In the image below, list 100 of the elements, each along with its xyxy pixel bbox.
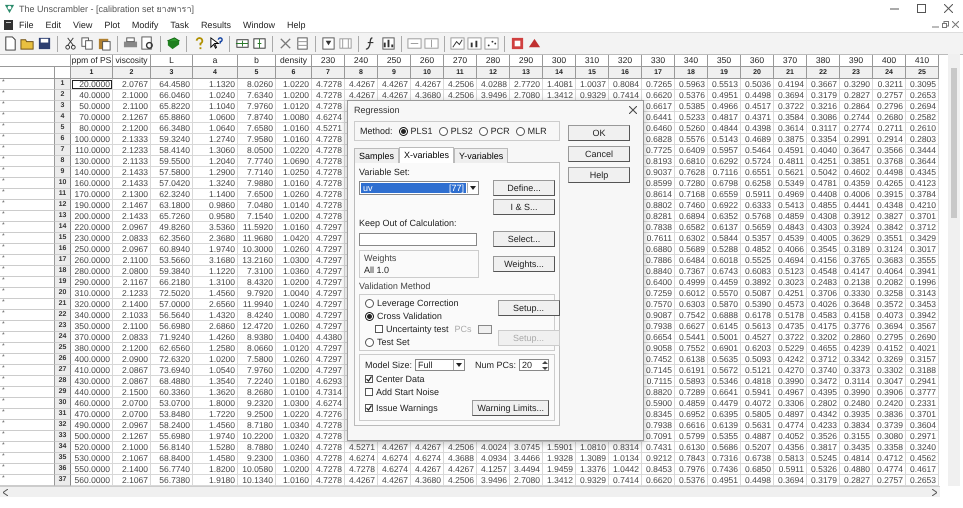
scissors-icon[interactable] <box>63 36 78 51</box>
table-cell: 4.7278 <box>312 167 345 178</box>
copy-icon[interactable] <box>80 36 95 51</box>
column-header[interactable]: 330 <box>642 55 675 67</box>
column-header[interactable]: 410 <box>906 55 939 67</box>
column-header[interactable]: density <box>276 55 312 67</box>
column-header[interactable]: 260 <box>411 55 444 67</box>
paste-icon[interactable] <box>97 36 112 51</box>
menu-item[interactable]: Edit <box>40 20 68 30</box>
table-cell: 2.1267 <box>113 431 151 442</box>
column-header[interactable]: 310 <box>576 55 609 67</box>
column-header[interactable]: 380 <box>807 55 840 67</box>
dialog-tab[interactable]: Y-variables <box>454 148 508 163</box>
context-help-icon[interactable] <box>209 36 224 51</box>
group-title: Weights <box>364 253 398 263</box>
table-cell: 4.7297 <box>312 222 345 233</box>
column-header[interactable]: 300 <box>543 55 576 67</box>
table-cell: 4.7297 <box>312 255 345 266</box>
column-header[interactable]: a <box>193 55 238 67</box>
document-icon[interactable] <box>4 20 13 30</box>
preview-icon[interactable] <box>140 36 155 51</box>
setup-button[interactable]: Setup... <box>498 300 560 316</box>
method-radio[interactable]: PCR <box>478 126 510 136</box>
table-cell: 170.0000 <box>71 189 113 200</box>
close-icon[interactable] <box>944 4 953 13</box>
vertical-scrollbar[interactable] <box>948 54 960 486</box>
column-header[interactable]: 280 <box>477 55 510 67</box>
column-header[interactable]: 240 <box>345 55 378 67</box>
dialog-tab[interactable]: Samples <box>354 148 400 163</box>
menu-item[interactable]: File <box>13 20 40 30</box>
define-button[interactable]: Define... <box>493 180 555 196</box>
new-file-icon[interactable] <box>3 36 18 51</box>
dialog-button[interactable]: OK <box>568 125 630 141</box>
delete-icon[interactable] <box>278 36 293 51</box>
sort-icon[interactable] <box>321 36 336 51</box>
close-icon[interactable] <box>629 106 637 114</box>
column-header[interactable]: 400 <box>873 55 906 67</box>
menu-item[interactable]: Results <box>194 20 237 30</box>
bar-plot-icon[interactable] <box>467 36 482 51</box>
line-plot-icon[interactable] <box>450 36 465 51</box>
select-button[interactable]: Select... <box>493 231 555 247</box>
validation-radio[interactable]: Cross Validation <box>365 311 492 321</box>
column-header[interactable]: 290 <box>510 55 543 67</box>
table-cell: 0.3453 <box>906 299 939 310</box>
column-header[interactable]: b <box>238 55 276 67</box>
variable-set-dropdown[interactable]: uv [77] <box>359 181 479 195</box>
horizontal-scrollbar[interactable] <box>0 486 940 497</box>
menu-item[interactable]: Task <box>164 20 195 30</box>
maximize-icon[interactable] <box>917 4 926 13</box>
scroll-right-icon[interactable] <box>932 488 937 496</box>
dialog-button[interactable]: Help <box>568 167 630 183</box>
column-header[interactable]: 320 <box>609 55 642 67</box>
column-header[interactable]: 370 <box>774 55 807 67</box>
dropdown-arrow-icon[interactable] <box>470 186 476 190</box>
column-header[interactable]: 230 <box>312 55 345 67</box>
menu-item[interactable]: View <box>67 20 98 30</box>
menu-item[interactable]: Modify <box>126 20 164 30</box>
method-radio[interactable]: MLR <box>516 126 547 136</box>
insert-column-icon[interactable] <box>252 36 267 51</box>
column-header[interactable]: 350 <box>708 55 741 67</box>
column-header[interactable]: viscosity <box>113 55 151 67</box>
i-and-s-button[interactable]: I & S... <box>493 199 555 215</box>
table-cell: 230.0000 <box>71 233 113 244</box>
validation-radio[interactable]: Test Set <box>365 337 492 347</box>
uncertainty-checkbox[interactable]: Uncertainty test <box>375 324 449 334</box>
column-header[interactable]: 340 <box>675 55 708 67</box>
column-header[interactable]: 390 <box>840 55 873 67</box>
warning-limits-button[interactable]: Warning Limits... <box>472 400 549 416</box>
dropdown-arrow-icon[interactable] <box>456 363 462 367</box>
column-header[interactable]: 360 <box>741 55 774 67</box>
save-icon[interactable] <box>37 36 52 51</box>
option-checkbox[interactable]: Add Start Noise <box>365 387 549 397</box>
keep-out-field[interactable] <box>359 232 477 246</box>
scroll-left-icon[interactable] <box>3 488 8 496</box>
column-header[interactable]: 270 <box>444 55 477 67</box>
restore-icon[interactable] <box>942 21 949 28</box>
option-checkbox[interactable]: Issue Warnings <box>365 403 438 413</box>
menu-item[interactable]: Help <box>280 20 312 30</box>
weights-button[interactable]: Weights... <box>493 256 555 272</box>
table-cell: 2.1067 <box>113 453 151 464</box>
column-header[interactable]: ppm of PS <box>71 55 113 67</box>
column-header[interactable]: 250 <box>378 55 411 67</box>
method-radio[interactable]: PLS1 <box>398 126 433 136</box>
option-checkbox[interactable]: Center Data <box>365 374 549 384</box>
table-cell: 57.0420 <box>151 178 193 189</box>
menu-item[interactable]: Window <box>236 20 281 30</box>
chart-icon[interactable] <box>381 36 396 51</box>
pcs-button[interactable] <box>478 324 492 334</box>
menu-item[interactable]: Plot <box>98 20 126 30</box>
method-radio[interactable]: PLS2 <box>438 126 473 136</box>
scatter-plot-icon[interactable] <box>484 36 499 51</box>
num-pcs-spinner[interactable]: 20 <box>519 359 549 371</box>
model-size-dropdown[interactable]: Full <box>415 359 466 371</box>
dialog-button[interactable]: Cancel <box>568 146 630 162</box>
column-header[interactable]: L <box>151 55 193 67</box>
table-cell: 3.4494 <box>510 464 543 475</box>
table-icon[interactable] <box>295 36 310 51</box>
close-icon[interactable] <box>952 21 959 28</box>
validation-radio[interactable]: Leverage Correction <box>365 298 492 308</box>
dialog-tab[interactable]: X-variables <box>399 147 454 163</box>
